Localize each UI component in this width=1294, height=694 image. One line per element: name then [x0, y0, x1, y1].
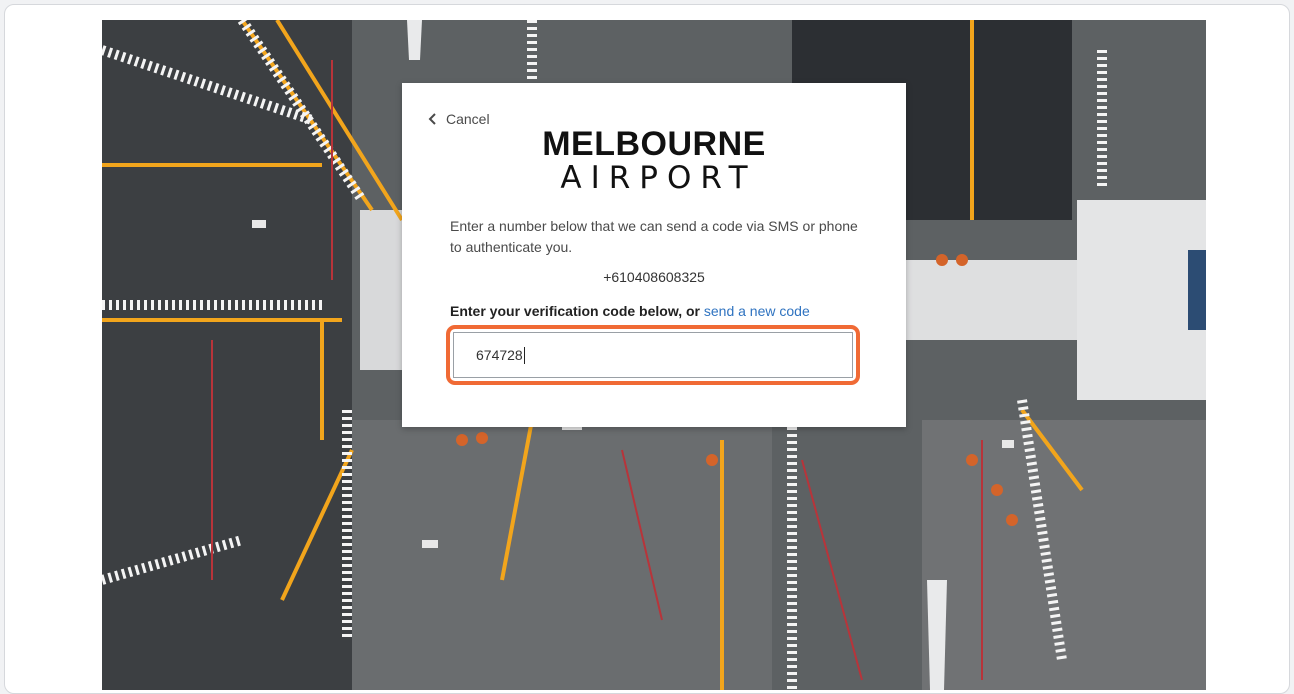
cancel-label: Cancel: [446, 111, 490, 127]
send-new-code-link[interactable]: send a new code: [704, 303, 810, 319]
text-caret: [524, 347, 525, 364]
chevron-left-icon: [428, 113, 436, 125]
verification-code-input[interactable]: [453, 332, 853, 378]
phone-number: +610408608325: [603, 269, 705, 285]
code-label: Enter your verification code below, or s…: [450, 303, 810, 319]
logo-line-1: MELBOURNE: [542, 125, 766, 163]
intro-text: Enter a number below that we can send a …: [450, 218, 858, 255]
browser-frame: Cancel MELBOURNE AIRPORT Enter a number …: [4, 4, 1290, 694]
melbourne-airport-logo: MELBOURNE AIRPORT: [402, 127, 906, 195]
code-label-text: Enter your verification code below, or: [450, 303, 700, 319]
verification-dialog: Cancel MELBOURNE AIRPORT Enter a number …: [402, 83, 906, 427]
cancel-button[interactable]: Cancel: [426, 111, 490, 127]
logo-line-2: AIRPORT: [560, 160, 757, 196]
